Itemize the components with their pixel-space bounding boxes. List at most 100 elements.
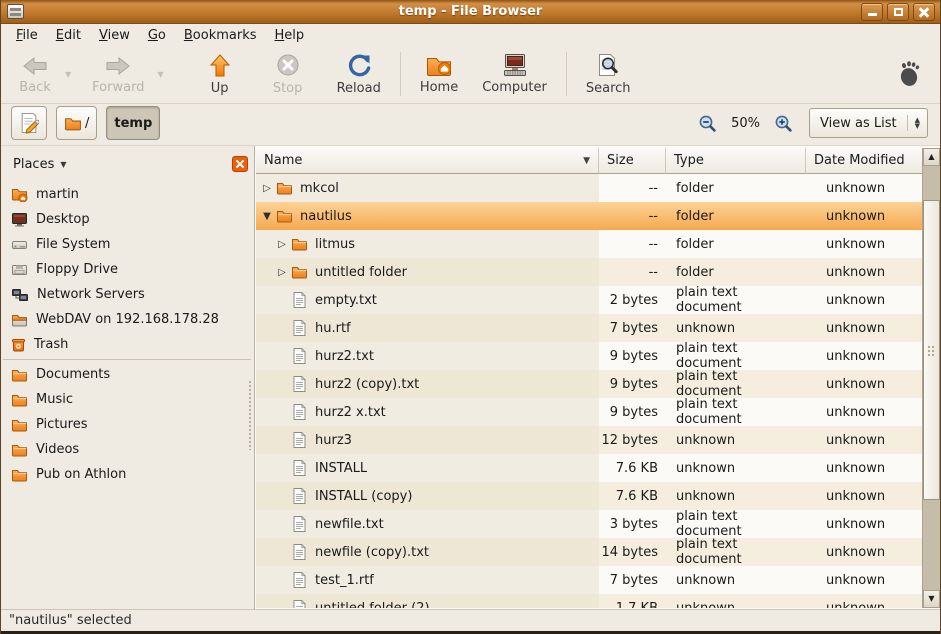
type-cell: folder: [666, 202, 806, 230]
table-row[interactable]: untitled folder (2) 1.7 KB unknown unkno…: [256, 594, 922, 608]
size-cell: 14 bytes: [599, 538, 666, 566]
table-row[interactable]: hurz2.txt 9 bytes plain text document un…: [256, 342, 922, 370]
menu-item-file[interactable]: File: [7, 25, 47, 46]
table-row[interactable]: ▷ litmus -- folder unknown: [256, 230, 922, 258]
date-cell: unknown: [806, 594, 922, 608]
forward-dropdown-icon[interactable]: ▼: [153, 70, 167, 79]
folder-icon: [11, 468, 28, 482]
file-name: hurz2 (copy).txt: [315, 377, 419, 392]
reload-icon: [346, 53, 372, 79]
floppy-icon: [11, 263, 28, 276]
edit-location-icon: [19, 111, 39, 135]
sidebar-item-videos[interactable]: Videos: [1, 437, 253, 462]
folder-icon: [274, 209, 294, 223]
scroll-down-icon: ▼: [928, 595, 934, 603]
stop-button[interactable]: Stop: [262, 50, 314, 99]
table-row[interactable]: newfile.txt 3 bytes plain text document …: [256, 510, 922, 538]
window-icon: [7, 4, 24, 19]
current-folder-button[interactable]: temp: [106, 106, 160, 140]
table-row[interactable]: hurz2 (copy).txt 9 bytes plain text docu…: [256, 370, 922, 398]
scroll-down-button[interactable]: ▼: [923, 590, 940, 608]
name-cell: newfile (copy).txt: [256, 538, 599, 566]
size-cell: 9 bytes: [599, 342, 666, 370]
sidebar-item-desktop[interactable]: Desktop: [1, 207, 253, 232]
edit-location-button[interactable]: [11, 106, 47, 140]
size-cell: 7.6 KB: [599, 454, 666, 482]
menu-item-bookmarks[interactable]: Bookmarks: [175, 25, 266, 46]
table-row[interactable]: ▼ nautilus -- folder unknown: [256, 202, 922, 230]
table-row[interactable]: test_1.rtf 7 bytes unknown unknown: [256, 566, 922, 594]
sidebar-item-file-system[interactable]: File System: [1, 232, 253, 257]
menubar: FileEditViewGoBookmarksHelp: [1, 24, 940, 47]
pane-resize-handle[interactable]: [248, 380, 253, 450]
maximize-button[interactable]: [887, 3, 909, 21]
table-row[interactable]: ▷ mkcol -- folder unknown: [256, 174, 922, 202]
root-label: /: [85, 116, 89, 131]
table-row[interactable]: INSTALL (copy) 7.6 KB unknown unknown: [256, 482, 922, 510]
view-mode-select[interactable]: View as List ▲ ▼: [809, 108, 928, 138]
zoom-in-button[interactable]: [774, 114, 793, 133]
menu-item-view[interactable]: View: [90, 25, 139, 46]
vertical-scrollbar[interactable]: ▲ ▼: [922, 148, 940, 608]
sidebar-item-trash[interactable]: Trash: [1, 332, 253, 357]
search-button[interactable]: Search: [577, 50, 640, 99]
folder-icon: [11, 393, 28, 407]
computer-button[interactable]: Computer: [473, 50, 556, 98]
sidebar-header: Places ▼: [7, 152, 248, 176]
sidebar-item-webdav-on-192-168-178-28[interactable]: WebDAV on 192.168.178.28: [1, 307, 253, 332]
place-label: Trash: [34, 337, 68, 352]
table-row[interactable]: hurz2 x.txt 9 bytes plain text document …: [256, 398, 922, 426]
close-button[interactable]: [913, 3, 935, 21]
menu-item-go[interactable]: Go: [139, 25, 175, 46]
table-row[interactable]: empty.txt 2 bytes plain text document un…: [256, 286, 922, 314]
date-cell: unknown: [806, 454, 922, 482]
root-button[interactable]: /: [56, 106, 97, 140]
places-dropdown[interactable]: Places: [7, 157, 54, 172]
table-row[interactable]: hurz3 12 bytes unknown unknown: [256, 426, 922, 454]
back-button[interactable]: Back: [9, 51, 61, 98]
expander-icon[interactable]: ▷: [260, 183, 274, 194]
sidebar-item-documents[interactable]: Documents: [1, 362, 253, 387]
date-cell: unknown: [806, 398, 922, 426]
minimize-button[interactable]: [861, 3, 883, 21]
up-button[interactable]: Up: [194, 50, 246, 99]
menu-item-help[interactable]: Help: [266, 25, 314, 46]
reload-button[interactable]: Reload: [328, 50, 390, 99]
name-cell: INSTALL (copy): [256, 482, 599, 510]
column-header-name[interactable]: Name ▼: [256, 148, 599, 174]
scroll-up-button[interactable]: ▲: [923, 148, 940, 166]
folder-icon: [289, 237, 309, 251]
sidebar-item-network-servers[interactable]: Network Servers: [1, 282, 253, 307]
size-cell: --: [599, 230, 666, 258]
home-icon: [425, 54, 453, 78]
sidebar-item-martin[interactable]: martin: [1, 182, 253, 207]
size-cell: 2 bytes: [599, 286, 666, 314]
expander-icon[interactable]: ▷: [275, 239, 289, 250]
text-file-icon: [289, 432, 309, 448]
expander-icon[interactable]: ▼: [260, 211, 274, 222]
home-button[interactable]: Home: [411, 51, 467, 98]
table-row[interactable]: hu.rtf 7 bytes unknown unknown: [256, 314, 922, 342]
sidebar-item-floppy-drive[interactable]: Floppy Drive: [1, 257, 253, 282]
table-row[interactable]: newfile (copy).txt 14 bytes plain text d…: [256, 538, 922, 566]
sidebar-items: martin Desktop File System Floppy Drive …: [1, 182, 253, 609]
forward-button[interactable]: Forward: [83, 51, 153, 98]
sidebar-item-pictures[interactable]: Pictures: [1, 412, 253, 437]
expander-icon[interactable]: ▷: [275, 267, 289, 278]
back-dropdown-icon[interactable]: ▼: [61, 70, 75, 79]
sidebar-close-button[interactable]: [232, 156, 248, 172]
zoom-out-button[interactable]: [698, 114, 717, 133]
titlebar[interactable]: temp - File Browser: [1, 0, 940, 24]
scrollbar-thumb[interactable]: [923, 200, 940, 500]
menu-item-edit[interactable]: Edit: [47, 25, 90, 46]
sidebar-item-music[interactable]: Music: [1, 387, 253, 412]
table-row[interactable]: INSTALL 7.6 KB unknown unknown: [256, 454, 922, 482]
sidebar-item-pub-on-athlon[interactable]: Pub on Athlon: [1, 462, 253, 487]
type-cell: plain text document: [666, 510, 806, 538]
desktop-icon: [11, 212, 28, 227]
column-header-type[interactable]: Type: [666, 148, 806, 174]
column-header-date-modified[interactable]: Date Modified: [806, 148, 922, 174]
column-header-size[interactable]: Size: [599, 148, 666, 174]
table-row[interactable]: ▷ untitled folder -- folder unknown: [256, 258, 922, 286]
view-mode-spinner[interactable]: ▲ ▼: [907, 115, 927, 131]
